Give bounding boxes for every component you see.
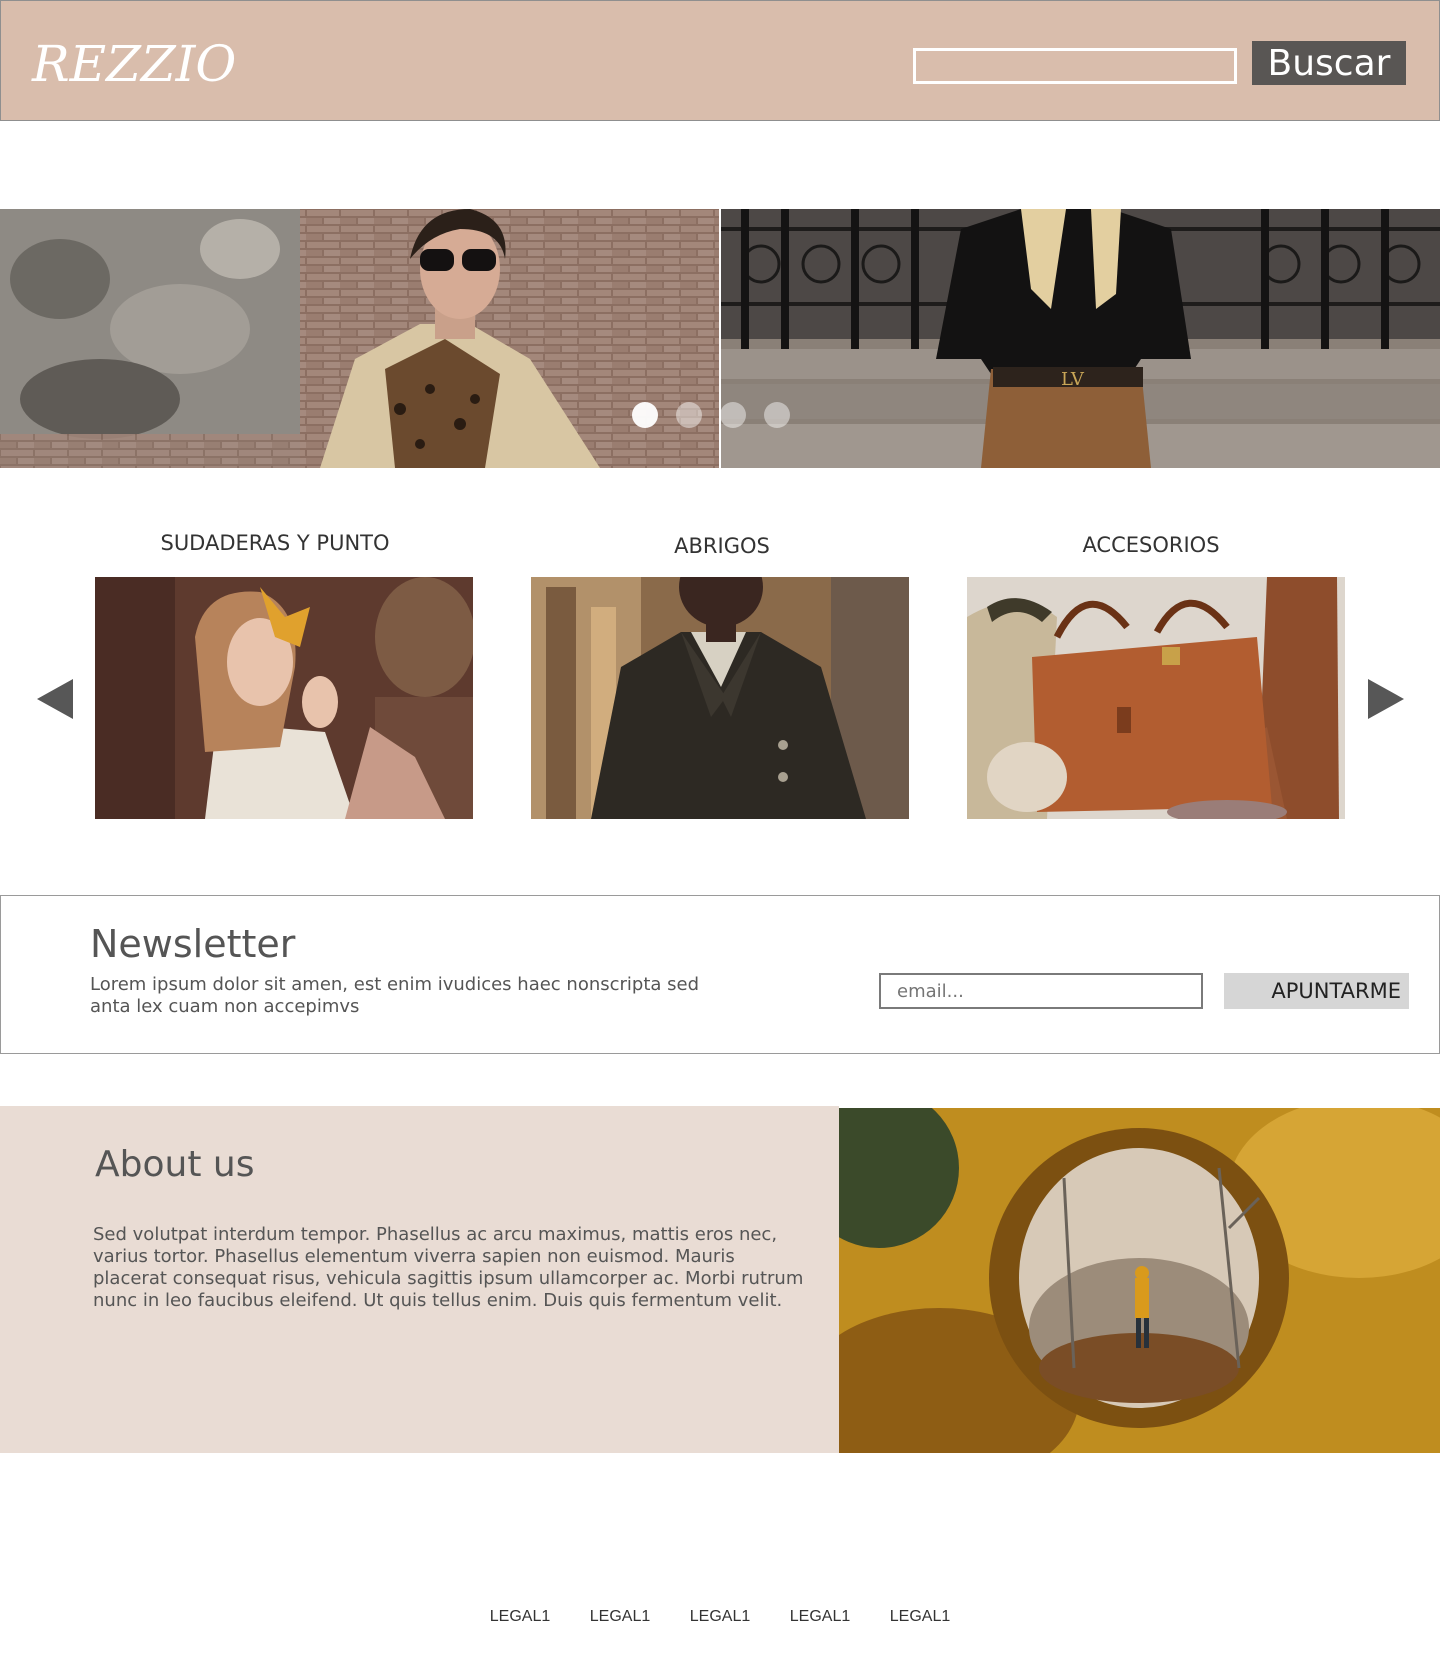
legal-link[interactable]: LEGAL1 (470, 1608, 570, 1626)
legal-link[interactable]: LEGAL1 (870, 1608, 970, 1626)
site-header: REZZIO Buscar (0, 0, 1440, 121)
logo[interactable]: REZZIO (32, 35, 236, 93)
about-image (839, 1108, 1440, 1453)
newsletter-title: Newsletter (90, 922, 296, 966)
about-title: About us (95, 1144, 255, 1185)
legal-link[interactable]: LEGAL1 (570, 1608, 670, 1626)
carousel-dot[interactable] (632, 402, 658, 428)
category-image-abrigos[interactable] (531, 577, 909, 819)
carousel-dots (632, 402, 790, 428)
category-image-sudaderas[interactable] (95, 577, 473, 819)
footer-links: LEGAL1 LEGAL1 LEGAL1 LEGAL1 LEGAL1 (0, 1608, 1440, 1626)
newsletter-section: Newsletter Lorem ipsum dolor sit amen, e… (0, 895, 1440, 1054)
email-field[interactable] (879, 973, 1203, 1009)
carousel-dot[interactable] (764, 402, 790, 428)
newsletter-description: Lorem ipsum dolor sit amen, est enim ivu… (90, 974, 700, 1017)
search-input[interactable] (913, 48, 1237, 84)
hero-image-right: LV (721, 209, 1440, 468)
about-text: Sed volutpat interdum tempor. Phasellus … (93, 1224, 804, 1311)
next-arrow-icon[interactable] (1368, 679, 1404, 719)
about-section: About us Sed volutpat interdum tempor. P… (0, 1106, 839, 1453)
legal-link[interactable]: LEGAL1 (770, 1608, 870, 1626)
hero-carousel: LV (0, 209, 1440, 468)
carousel-dot[interactable] (676, 402, 702, 428)
category-image-accesorios[interactable] (967, 577, 1345, 819)
svg-text:LV: LV (1061, 369, 1085, 390)
legal-link[interactable]: LEGAL1 (670, 1608, 770, 1626)
prev-arrow-icon[interactable] (37, 679, 73, 719)
category-title-accesorios[interactable]: ACCESORIOS (962, 533, 1340, 557)
hero-image-left (0, 209, 719, 468)
category-title-sudaderas[interactable]: SUDADERAS Y PUNTO (86, 531, 464, 555)
carousel-dot[interactable] (720, 402, 746, 428)
search-button[interactable]: Buscar (1252, 41, 1406, 85)
subscribe-button[interactable]: APUNTARME (1224, 973, 1409, 1009)
category-title-abrigos[interactable]: ABRIGOS (533, 534, 911, 558)
